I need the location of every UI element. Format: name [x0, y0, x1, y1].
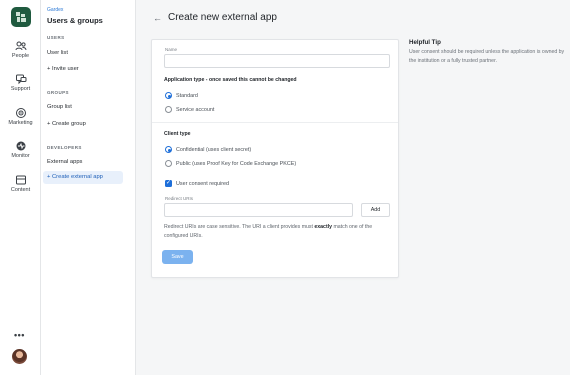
- rail-item-support[interactable]: Support: [0, 73, 41, 92]
- section-heading-developers: DEVELOPERS: [47, 145, 82, 150]
- section-heading-users: USERS: [47, 35, 65, 40]
- radio-public[interactable]: [165, 160, 172, 167]
- secondary-sidebar: Gardex Users & groups USERS User list + …: [41, 0, 136, 375]
- rail-label: People: [11, 53, 30, 59]
- radio-service-account-label[interactable]: Service account: [176, 107, 214, 113]
- radio-standard-label[interactable]: Standard: [176, 93, 198, 99]
- divider: [152, 122, 398, 123]
- section-heading-groups: GROUPS: [47, 90, 69, 95]
- rail-item-monitor[interactable]: Monitor: [0, 140, 41, 159]
- save-button[interactable]: Save: [162, 250, 193, 264]
- monitor-icon: [16, 141, 25, 151]
- application-type-title: Application type - once saved this canno…: [164, 77, 297, 83]
- sidebar-item-invite-user[interactable]: + Invite user: [43, 63, 123, 76]
- content-icon: [15, 175, 26, 185]
- rail-label: Marketing: [8, 120, 33, 126]
- org-name[interactable]: Gardex: [47, 7, 63, 13]
- client-type-title: Client type: [164, 131, 191, 137]
- redirect-uri-input[interactable]: [164, 203, 353, 217]
- rail-item-marketing[interactable]: Marketing: [0, 107, 41, 126]
- radio-service-account[interactable]: [165, 106, 172, 113]
- add-uri-button[interactable]: Add: [361, 203, 390, 217]
- user-consent-checkbox[interactable]: ✓: [165, 180, 172, 187]
- support-icon: [15, 74, 26, 85]
- page-title: Create new external app: [168, 12, 277, 23]
- avatar[interactable]: [12, 349, 27, 364]
- sidebar-title: Users & groups: [47, 16, 103, 25]
- helpful-tip-text: User consent should be required unless t…: [409, 49, 565, 64]
- marketing-icon: [15, 108, 26, 118]
- sidebar-item-group-list[interactable]: Group list: [43, 101, 123, 114]
- logo-icon: [16, 12, 26, 22]
- radio-public-label[interactable]: Public (uses Proof Key for Code Exchange…: [176, 161, 296, 167]
- name-label: Name: [165, 47, 178, 52]
- people-icon: [15, 41, 26, 51]
- more-options-icon[interactable]: •••: [14, 330, 25, 340]
- radio-confidential-label[interactable]: Confidential (uses client secret): [176, 147, 251, 153]
- radio-standard[interactable]: [165, 92, 172, 99]
- icon-rail: People Support Marketing Monitor Content: [0, 0, 41, 375]
- name-input[interactable]: [164, 54, 390, 68]
- rail-label: Monitor: [11, 153, 30, 159]
- back-arrow-icon[interactable]: ←: [153, 13, 162, 23]
- helpful-tip-title: Helpful Tip: [409, 39, 441, 46]
- sidebar-item-external-apps[interactable]: External apps: [43, 156, 123, 169]
- app-logo[interactable]: [11, 7, 31, 27]
- sidebar-item-user-list[interactable]: User list: [43, 47, 123, 60]
- radio-confidential[interactable]: [165, 146, 172, 153]
- rail-label: Support: [10, 86, 31, 92]
- main-content: ← Create new external app Name Applicati…: [137, 0, 570, 375]
- rail-label: Content: [10, 187, 31, 193]
- redirect-uris-label: Redirect URIs: [165, 196, 194, 201]
- form-card: Name Application type - once saved this …: [151, 39, 399, 278]
- sidebar-item-create-group[interactable]: + Create group: [43, 118, 123, 131]
- rail-item-people[interactable]: People: [0, 40, 41, 59]
- rail-item-content[interactable]: Content: [0, 174, 41, 193]
- redirect-help-text: Redirect URIs are case sensitive. The UR…: [164, 224, 373, 239]
- user-consent-label[interactable]: User consent required: [176, 181, 229, 187]
- sidebar-item-create-external-app[interactable]: + Create external app: [43, 171, 123, 184]
